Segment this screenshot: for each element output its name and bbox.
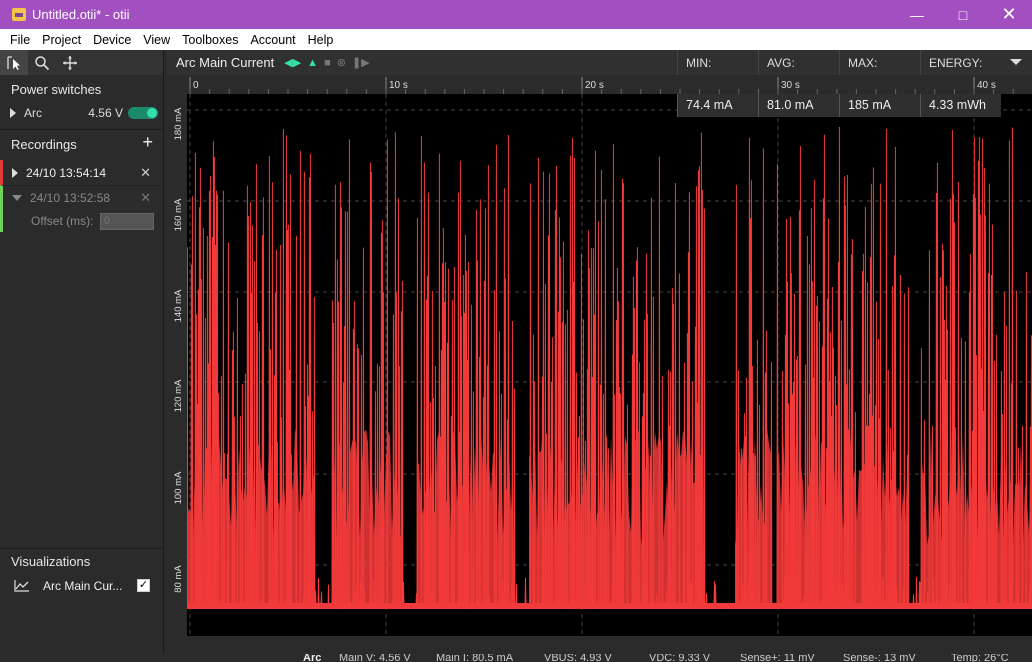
expand-icon[interactable] [12, 167, 18, 178]
y-tick-label: 100 mA [173, 471, 184, 504]
current-plot[interactable] [187, 94, 1032, 636]
expand-vertical-icon[interactable]: ▲ [307, 57, 318, 69]
add-recording-icon[interactable]: + [142, 132, 153, 153]
collapse-icon[interactable] [12, 195, 22, 201]
zoom-tool-icon[interactable] [28, 50, 56, 75]
offset-input[interactable] [100, 212, 154, 230]
status-device: Arc [303, 654, 322, 662]
x-axis: 0 10 s 20 s 30 s 40 s [187, 75, 1032, 94]
remove-recording-icon[interactable]: ✕ [140, 165, 151, 181]
menu-device[interactable]: Device [87, 33, 137, 47]
plot-label: Arc Main Current [176, 55, 275, 70]
max-value: 185 mA [839, 94, 920, 117]
visualization-checkbox[interactable]: ✓ [137, 579, 150, 592]
menu-view[interactable]: View [137, 33, 176, 47]
remove-recording-icon[interactable]: ✕ [140, 190, 151, 206]
stats-dropdown-icon[interactable] [1010, 59, 1022, 65]
line-chart-icon [14, 579, 29, 592]
y-tick-label: 160 mA [173, 198, 184, 231]
x-tick-label: 0 [193, 80, 199, 91]
min-value: 74.4 mA [677, 94, 758, 117]
clear-icon[interactable]: ⊗ [337, 56, 346, 69]
maximize-icon[interactable]: □ [940, 0, 986, 29]
y-tick-label: 180 mA [173, 107, 184, 140]
minimize-icon[interactable]: — [894, 0, 940, 29]
recordings-title: Recordings + [0, 132, 163, 160]
recording-row[interactable]: 24/10 13:52:58 ✕ [0, 185, 163, 210]
select-tool-icon[interactable] [0, 50, 28, 75]
status-bar: Arc Main V: 4.56 V Main I: 80.5 mA VBUS:… [0, 654, 1032, 662]
y-tick-label: 80 mA [173, 565, 184, 593]
current-baseline [187, 603, 1032, 609]
status-sense-plus: Sense+: 11 mV [740, 654, 815, 662]
switch-voltage: 4.56 V [88, 106, 123, 120]
offset-row: Offset (ms): [0, 210, 163, 232]
close-icon[interactable]: ✕ [986, 0, 1032, 29]
switch-name: Arc [24, 106, 42, 120]
y-tick-label: 140 mA [173, 289, 184, 322]
avg-header: AVG: [758, 50, 839, 75]
menu-file[interactable]: File [4, 33, 36, 47]
menu-account[interactable]: Account [244, 33, 301, 47]
max-header: MAX: [839, 50, 920, 75]
power-switches-title: Power switches [11, 82, 102, 97]
expand-icon[interactable] [10, 108, 16, 118]
x-tick-label: 30 s [781, 80, 800, 91]
stop-icon[interactable]: ■ [324, 57, 331, 69]
plot-panel: Arc Main Current ◀▶ ▲ ■ ⊗ ❚▶ MIN: AVG: M… [167, 50, 1032, 654]
status-main-i: Main I: 80.5 mA [436, 654, 514, 662]
menu-project[interactable]: Project [36, 33, 87, 47]
power-toggle[interactable] [128, 107, 158, 119]
recording-row[interactable]: 24/10 13:54:14 ✕ [0, 160, 163, 185]
avg-value: 81.0 mA [758, 94, 839, 117]
visualization-label: Arc Main Cur... [43, 578, 123, 593]
y-tick-label: 120 mA [173, 379, 184, 412]
recordings-label: Recordings [11, 137, 77, 152]
recording-label: 24/10 13:54:14 [26, 165, 107, 180]
status-temp: Temp: 26°C [951, 654, 1009, 662]
x-tick-label: 10 s [389, 80, 408, 91]
min-header: MIN: [677, 50, 758, 75]
otii-app-icon [12, 8, 26, 21]
visualization-item[interactable]: Arc Main Cur... ✓ [0, 573, 164, 598]
y-axis: 180 mA 160 mA 140 mA 120 mA 100 mA 80 mA [167, 94, 187, 636]
status-main-v: Main V: 4.56 V [339, 654, 411, 662]
offset-label: Offset (ms): [31, 214, 94, 228]
status-sense-minus: Sense-: 13 mV [843, 654, 916, 662]
x-tick-label: 20 s [585, 80, 604, 91]
status-vdc: VDC: 9.33 V [649, 654, 711, 662]
window-title: Untitled.otii* - otii [32, 7, 130, 22]
status-vbus: VBUS: 4.93 V [544, 654, 612, 662]
stats-values: 74.4 mA 81.0 mA 185 mA 4.33 mWh [677, 94, 1001, 117]
menu-toolboxes[interactable]: Toolboxes [176, 33, 244, 47]
menu-bar: File Project Device View Toolboxes Accou… [0, 29, 1032, 50]
recording-label: 24/10 13:52:58 [30, 191, 111, 205]
tool-row [0, 50, 163, 75]
plot-header: Arc Main Current ◀▶ ▲ ■ ⊗ ❚▶ MIN: AVG: M… [167, 50, 1032, 75]
energy-value: 4.33 mWh [920, 94, 1001, 117]
pan-tool-icon[interactable] [56, 50, 84, 75]
step-icon[interactable]: ❚▶ [352, 56, 370, 69]
expand-horizontal-icon[interactable]: ◀▶ [284, 56, 301, 69]
power-switch-arc: Arc 4.56 V [0, 101, 163, 125]
title-bar: Untitled.otii* - otii — □ ✕ [0, 0, 1032, 29]
visualizations-title: Visualizations [0, 548, 164, 572]
energy-header: ENERGY: [920, 50, 1002, 75]
x-tick-label: 40 s [977, 80, 996, 91]
menu-help[interactable]: Help [302, 33, 340, 47]
